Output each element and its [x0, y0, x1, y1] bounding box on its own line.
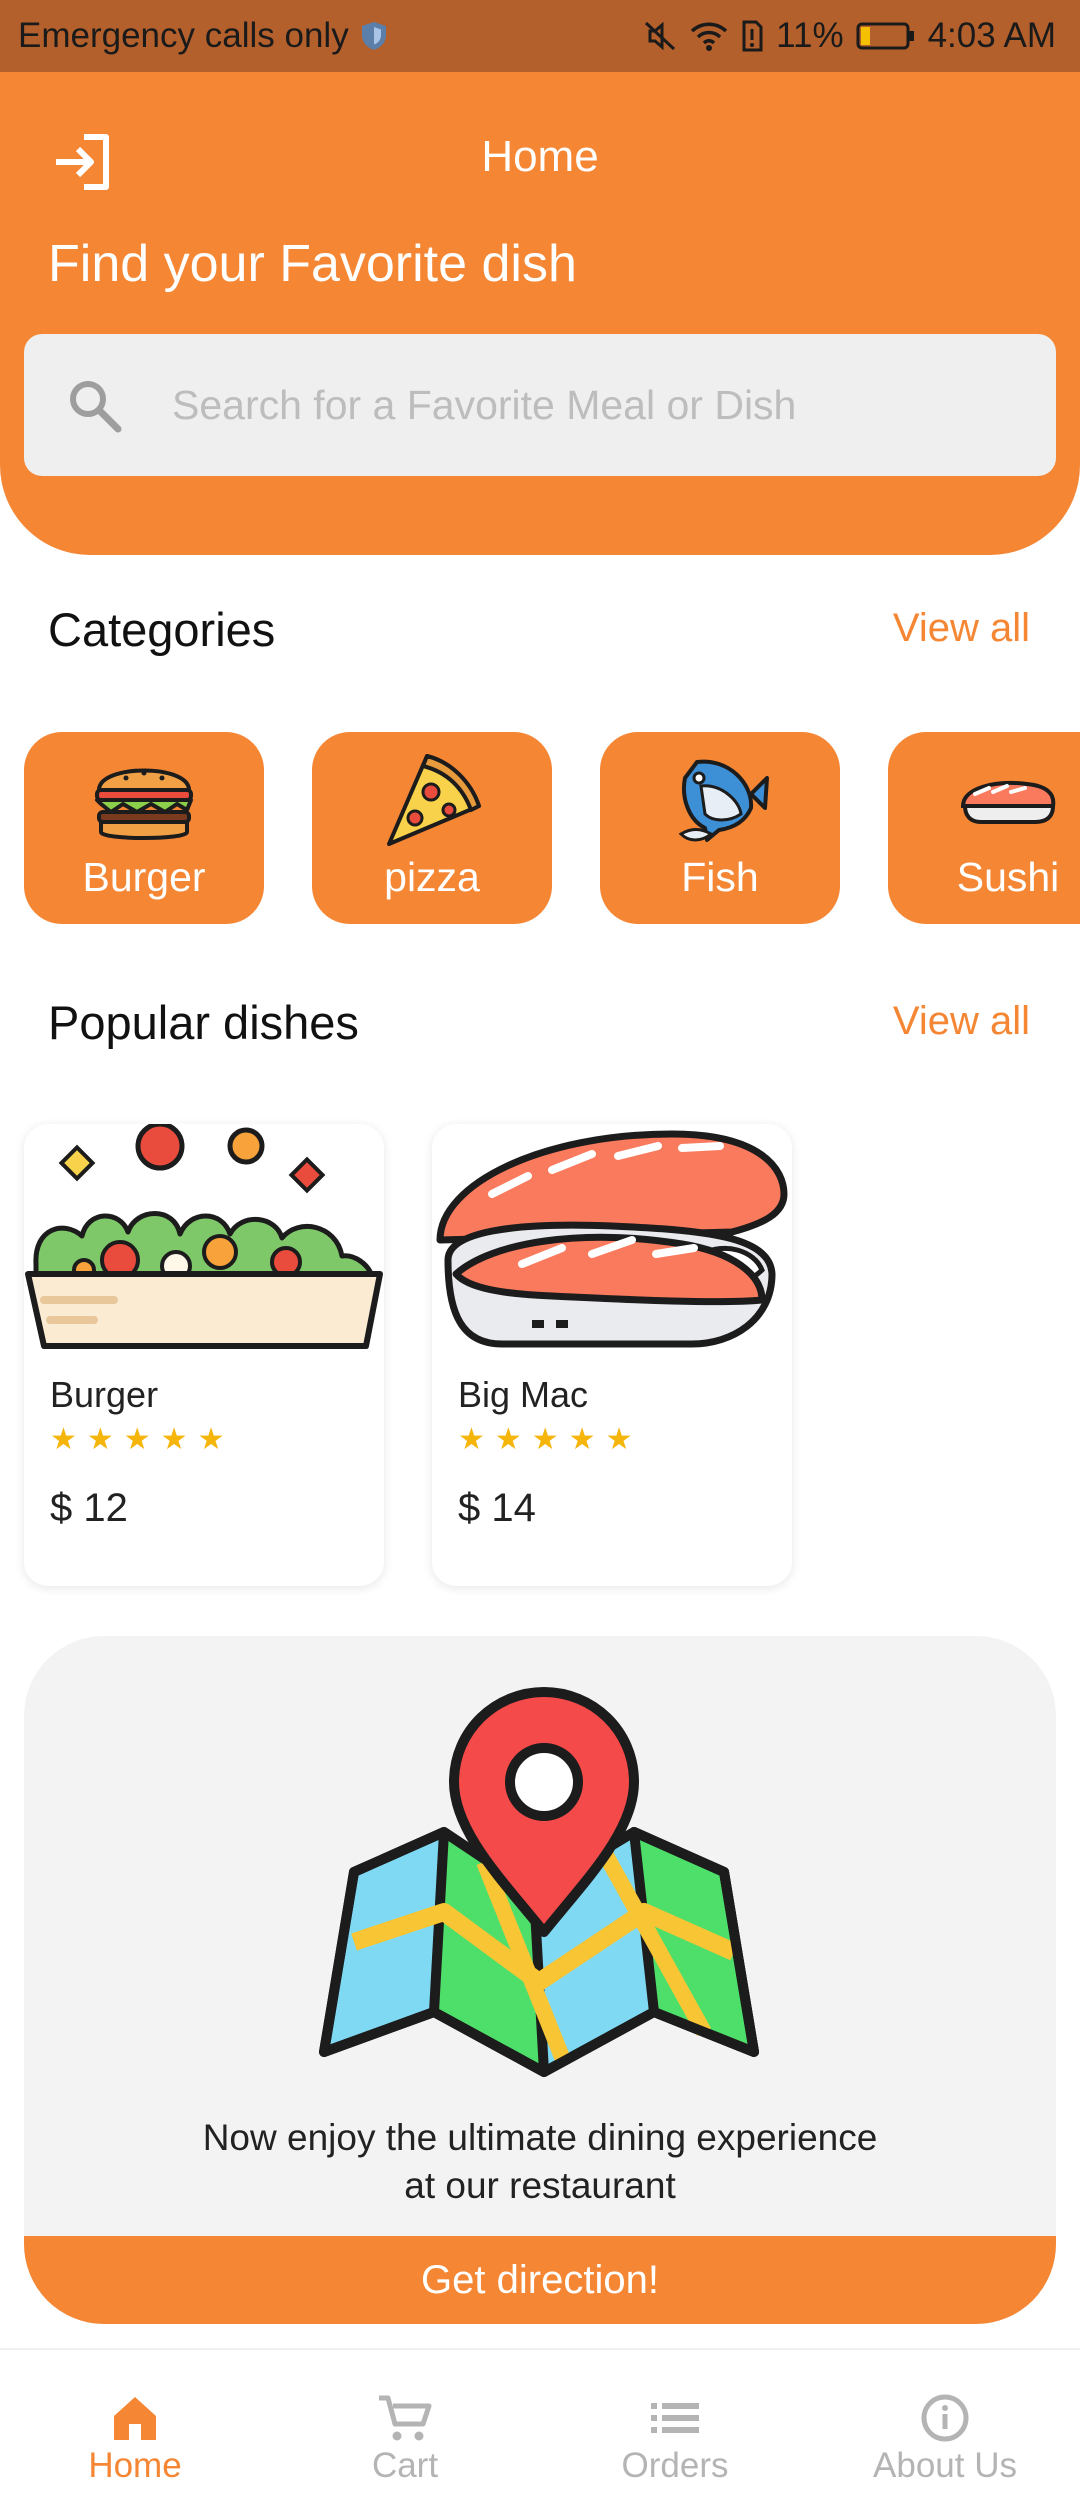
rating-stars: ★★★★★ [458, 1423, 643, 1456]
location-text-line1: Now enjoy the ultimate dining experience [202, 2117, 878, 2158]
popular-title: Popular dishes [48, 996, 359, 1049]
categories-list: Burger pizza Fish Sushi [24, 732, 1080, 926]
info-icon [921, 2394, 969, 2442]
alert-sim-icon [740, 19, 764, 53]
dish-price: $ 14 [458, 1486, 536, 1530]
dish-name: Burger [50, 1374, 159, 1415]
fish-icon [678, 759, 769, 842]
clock: 4:03 AM [927, 16, 1056, 55]
pizza-icon [387, 754, 481, 846]
search-icon [70, 381, 122, 433]
nav-label: Home [88, 2446, 182, 2485]
carrier-text: Emergency calls only [18, 16, 349, 55]
sushi-image [436, 1130, 788, 1348]
battery-percent: 11% [776, 16, 844, 55]
nav-label: Cart [371, 2446, 439, 2485]
categories-title: Categories [48, 603, 276, 656]
category-label: Fish [681, 854, 759, 900]
nav-about-us[interactable]: About Us [810, 2350, 1080, 2517]
burger-icon [95, 768, 193, 840]
dish-name: Big Mac [458, 1374, 589, 1415]
home-screen: Emergency calls only 11% 4:03 AM Home Fi… [0, 0, 1080, 2517]
category-label: Sushi [956, 854, 1060, 900]
nav-label: About Us [873, 2446, 1017, 2485]
sushi-icon [960, 781, 1056, 824]
get-direction-button[interactable]: Get direction! [24, 2236, 1056, 2324]
category-sushi[interactable]: Sushi [888, 732, 1080, 924]
salad-image [25, 1124, 383, 1349]
status-left: Emergency calls only [18, 16, 389, 56]
map-pin-illustration [319, 1687, 759, 2077]
location-text-line2: at our restaurant [404, 2165, 676, 2206]
category-fish[interactable]: Fish [600, 732, 840, 924]
category-label: pizza [384, 854, 480, 900]
status-bar: Emergency calls only 11% 4:03 AM [0, 0, 1080, 72]
orders-icon [651, 2403, 699, 2433]
page-title: Home [481, 132, 599, 181]
dish-card[interactable]: Burger ★★★★★ $ 12 [24, 1124, 384, 1586]
wifi-icon [690, 20, 728, 52]
battery-icon [856, 21, 916, 51]
location-card: Now enjoy the ultimate dining experience… [24, 1636, 1056, 2324]
nav-orders[interactable]: Orders [540, 2350, 810, 2517]
header-heading: Find your Favorite dish [48, 235, 577, 293]
mute-icon [642, 19, 678, 53]
nav-home[interactable]: Home [0, 2350, 270, 2517]
rating-stars: ★★★★★ [50, 1423, 235, 1456]
search-input[interactable] [172, 381, 972, 429]
shield-icon [359, 20, 389, 52]
nav-label: Orders [621, 2446, 729, 2485]
home-icon [114, 2397, 156, 2440]
search-bar[interactable] [24, 334, 1056, 476]
header: Home Find your Favorite dish [0, 72, 1080, 555]
nav-cart[interactable]: Cart [270, 2350, 540, 2517]
location-text: Now enjoy the ultimate dining experience… [24, 2114, 1056, 2210]
status-right: 11% 4:03 AM [642, 16, 1056, 56]
dish-card[interactable]: Big Mac ★★★★★ $ 14 [432, 1124, 792, 1586]
category-label: Burger [82, 854, 206, 900]
cart-icon [379, 2395, 432, 2441]
category-burger[interactable]: Burger [24, 732, 264, 924]
bottom-nav: Home Cart Orders About Us [0, 2348, 1080, 2517]
dish-price: $ 12 [50, 1486, 128, 1530]
category-pizza[interactable]: pizza [312, 732, 552, 924]
popular-view-all-link[interactable]: View all [893, 999, 1030, 1044]
categories-view-all-link[interactable]: View all [893, 606, 1030, 651]
